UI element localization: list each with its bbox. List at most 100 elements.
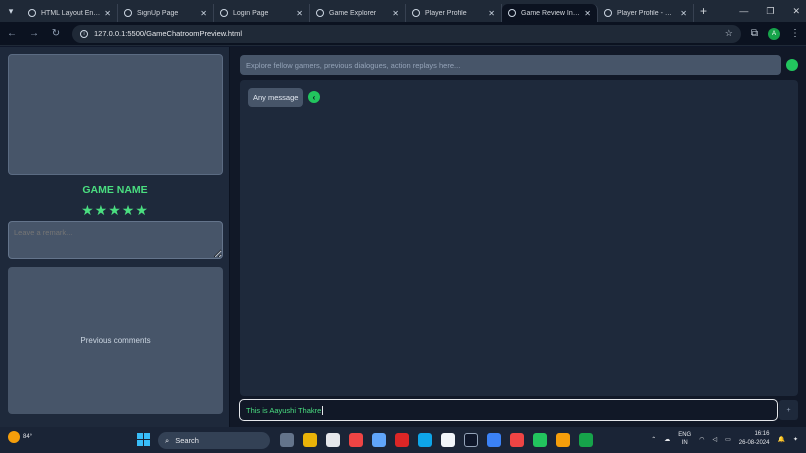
mcafee-icon[interactable] <box>395 433 409 447</box>
terminal-icon[interactable] <box>464 433 478 447</box>
page-content: GAME NAME ★★★★★ Previous comments Explor… <box>0 47 806 427</box>
close-icon[interactable]: ✕ <box>680 9 687 18</box>
search-icon: ⌕ <box>165 435 170 445</box>
bookmark-star-icon[interactable]: ☆ <box>725 28 733 39</box>
game-sidebar: GAME NAME ★★★★★ Previous comments <box>0 47 230 427</box>
taskbar-search[interactable]: ⌕ Search <box>158 432 270 449</box>
previous-comments-box: Previous comments <box>8 267 223 414</box>
copilot-icon[interactable]: ✦ <box>793 436 798 443</box>
clock-date: 26-08-2024 <box>738 440 770 446</box>
browser-tab[interactable]: Login Page ✕ <box>214 4 310 22</box>
notification-icon[interactable]: 🔔 <box>777 436 784 443</box>
star-rating[interactable]: ★★★★★ <box>0 202 230 219</box>
chat-area: Explore fellow gamers, previous dialogue… <box>230 47 806 427</box>
wifi-icon[interactable]: ◠ <box>699 436 704 443</box>
os-taskbar: 84° ⌕ Search ⌃ ☁ ENG IN ◠ ◁ ▭ 16:16 26-0… <box>0 427 806 453</box>
taskbar-apps <box>280 433 593 447</box>
url-field[interactable]: i 127.0.0.1:5500/GameChatroomPreview.htm… <box>72 24 741 43</box>
store-icon[interactable] <box>326 433 340 447</box>
battery-icon[interactable]: ▭ <box>725 436 731 443</box>
chat-search-input[interactable]: Explore fellow gamers, previous dialogue… <box>240 55 781 75</box>
url-text: 127.0.0.1:5500/GameChatroomPreview.html <box>94 29 242 38</box>
task-view-icon[interactable] <box>280 433 294 447</box>
clock-time: 16:16 <box>754 431 770 437</box>
tab-search-icon[interactable]: ▾ <box>0 0 22 22</box>
vscode-icon[interactable] <box>487 433 501 447</box>
browser-tab[interactable]: Player Profile ✕ <box>406 4 502 22</box>
favicon-icon <box>316 9 324 17</box>
close-icon[interactable]: ✕ <box>104 9 111 18</box>
address-bar: ← → ↻ i 127.0.0.1:5500/GameChatroomPrevi… <box>0 22 806 46</box>
tab-title: Login Page <box>233 9 269 17</box>
maximize-icon[interactable]: ❐ <box>766 6 774 17</box>
tab-title: Player Profile - Read <box>617 9 677 17</box>
edge-icon[interactable] <box>418 433 432 447</box>
chrome-icon[interactable] <box>556 433 570 447</box>
message-input[interactable]: This is Aayushi Thakre <box>239 399 778 421</box>
app-icon[interactable] <box>372 433 386 447</box>
chevron-left-icon[interactable]: ‹ <box>308 91 320 103</box>
taskbar-search-label: Search <box>175 436 199 445</box>
forward-icon[interactable]: → <box>28 28 40 39</box>
favicon-icon <box>412 9 420 17</box>
previous-comments-label: Previous comments <box>80 336 151 345</box>
search-placeholder: Explore fellow gamers, previous dialogue… <box>246 60 461 70</box>
menu-kebab-icon[interactable]: ⋮ <box>790 28 800 39</box>
chrome-icon[interactable] <box>579 433 593 447</box>
favicon-icon <box>220 9 228 17</box>
extensions-icon[interactable]: ⧉ <box>751 28 758 39</box>
tab-title: Game Explorer <box>329 9 377 17</box>
browser-tab[interactable]: Player Profile - Read ✕ <box>598 4 694 22</box>
favicon-icon <box>508 9 516 17</box>
remark-input[interactable] <box>8 221 223 259</box>
reload-icon[interactable]: ↻ <box>50 28 62 39</box>
minimize-icon[interactable]: — <box>739 6 748 16</box>
close-icon[interactable]: ✕ <box>392 9 399 18</box>
message-panel: Any message ‹ <box>240 80 798 396</box>
browser-tab-bar: ▾ HTML Layout Enhan ✕ SignUp Page ✕ Logi… <box>0 0 806 22</box>
weather-widget[interactable]: 84° <box>8 431 32 443</box>
tab-title: HTML Layout Enhan <box>41 9 101 17</box>
text-caret <box>322 405 324 415</box>
window-controls: — ❐ ✕ <box>739 0 800 22</box>
send-button[interactable]: + <box>779 400 798 420</box>
clock[interactable]: 16:16 26-08-2024 <box>739 430 770 448</box>
new-tab-icon[interactable]: + <box>700 4 707 18</box>
browser-tab[interactable]: Game Explorer ✕ <box>310 4 406 22</box>
lang-region: IN <box>681 440 688 446</box>
temperature: 84° <box>23 434 33 440</box>
game-name: GAME NAME <box>82 184 148 196</box>
app-icon[interactable] <box>441 433 455 447</box>
windows-start-icon[interactable] <box>137 433 150 446</box>
volume-icon[interactable]: ◁ <box>712 436 717 443</box>
weather-sun-icon <box>8 431 20 443</box>
cloud-icon[interactable]: ☁ <box>664 436 670 443</box>
tab-title: SignUp Page <box>137 9 179 17</box>
favicon-icon <box>604 9 612 17</box>
site-info-icon[interactable]: i <box>80 29 88 38</box>
lang-code: ENG <box>678 432 692 438</box>
favicon-icon <box>28 9 36 17</box>
youtube-icon[interactable] <box>510 433 524 447</box>
message-input-value: This is Aayushi Thakre <box>246 405 322 415</box>
chevron-up-icon[interactable]: ⌃ <box>651 436 656 443</box>
browser-tab-active[interactable]: Game Review Interfa ✕ <box>502 4 598 22</box>
office-icon[interactable] <box>349 433 363 447</box>
browser-tab[interactable]: HTML Layout Enhan ✕ <box>22 4 118 22</box>
close-window-icon[interactable]: ✕ <box>792 6 800 17</box>
tab-title: Player Profile <box>425 9 467 17</box>
profile-avatar[interactable]: A <box>768 27 780 40</box>
close-icon[interactable]: ✕ <box>296 9 303 18</box>
close-icon[interactable]: ✕ <box>200 9 207 18</box>
message-text: Any message <box>253 93 299 102</box>
language-indicator[interactable]: ENG IN <box>678 431 691 447</box>
whatsapp-icon[interactable] <box>533 433 547 447</box>
file-explorer-icon[interactable] <box>303 433 317 447</box>
online-status-icon <box>786 59 798 71</box>
back-icon[interactable]: ← <box>6 28 18 39</box>
close-icon[interactable]: ✕ <box>488 9 495 18</box>
browser-tab[interactable]: SignUp Page ✕ <box>118 4 214 22</box>
tab-title: Game Review Interfa <box>521 9 581 17</box>
game-cover-image <box>8 54 223 175</box>
close-icon[interactable]: ✕ <box>584 9 591 18</box>
